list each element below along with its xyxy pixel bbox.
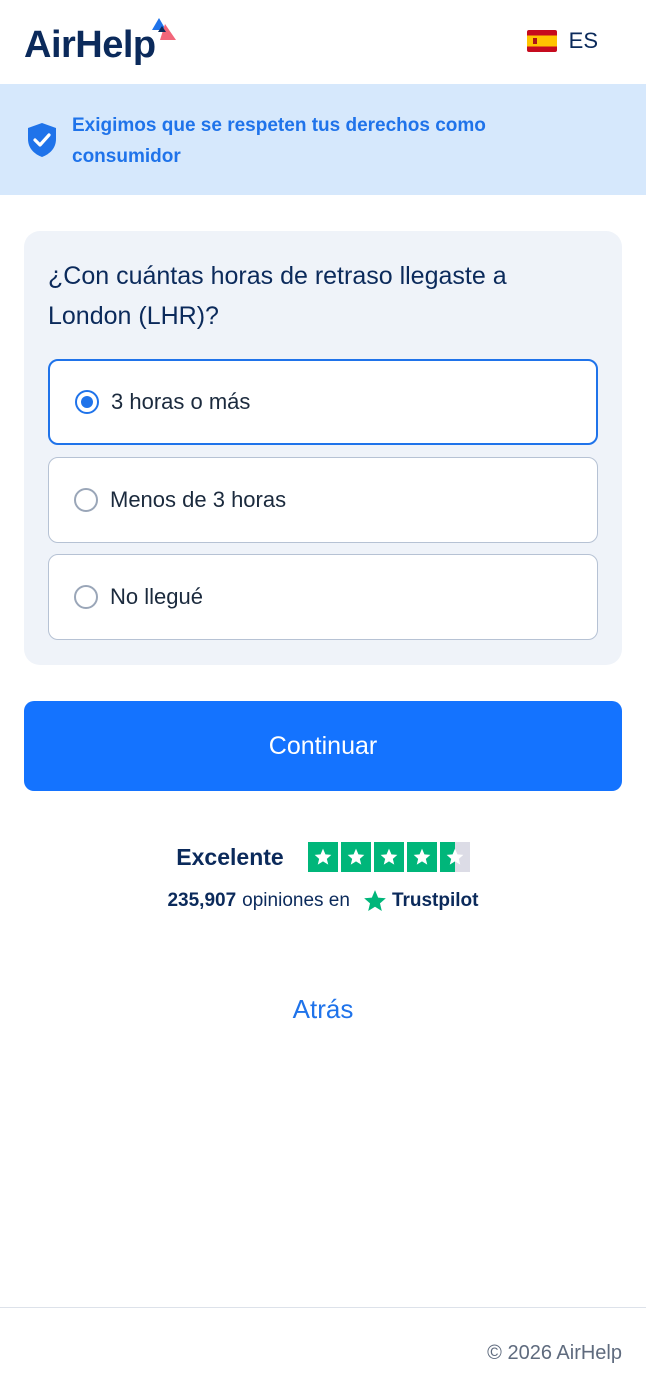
back-link[interactable]: Atrás xyxy=(0,994,646,1025)
banner-text: Exigimos que se respeten tus derechos co… xyxy=(72,115,486,167)
header: AirHelp ES xyxy=(0,0,646,84)
trustpilot-brand: Trustpilot xyxy=(362,888,479,914)
option-label: Menos de 3 horas xyxy=(110,487,287,512)
star-icon xyxy=(373,842,404,872)
option-label: No llegué xyxy=(110,584,203,609)
footer-copyright: © 2026 AirHelp xyxy=(487,1342,622,1364)
question-title: ¿Con cuántas horas de retraso llegaste a… xyxy=(48,262,507,330)
trustpilot-rating-label: Excelente xyxy=(176,843,284,870)
trustpilot-reviews-text: opiniones en xyxy=(242,890,350,911)
radio-button[interactable] xyxy=(74,585,98,609)
trustpilot-rating-row: Excelente xyxy=(0,842,646,872)
shield-check-icon xyxy=(28,123,56,157)
trustpilot-brand-label: Trustpilot xyxy=(391,890,479,911)
trustpilot-reviews-row[interactable]: 235,907 opiniones en Trustpilot xyxy=(0,888,646,914)
continue-button[interactable]: Continuar xyxy=(24,701,622,791)
trustpilot-star-icon xyxy=(364,890,386,911)
option-did-not-arrive[interactable]: No llegué xyxy=(48,554,598,640)
option-label: 3 horas o más xyxy=(111,389,251,414)
airhelp-logo[interactable]: AirHelp xyxy=(24,26,156,64)
option-less-than-3-hours[interactable]: Menos de 3 horas xyxy=(48,457,598,543)
star-icon xyxy=(340,842,371,872)
airhelp-logo-mark-icon xyxy=(152,18,176,40)
star-icon xyxy=(307,842,338,872)
trustpilot-review-count: 235,907 xyxy=(167,890,237,911)
option-3-hours-or-more[interactable]: 3 horas o más xyxy=(48,359,598,445)
half-star-icon xyxy=(439,842,470,872)
language-code: ES xyxy=(568,28,598,53)
spain-flag-icon xyxy=(526,30,557,52)
star-icon xyxy=(406,842,437,872)
language-selector[interactable]: ES xyxy=(526,28,598,54)
trustpilot-stars xyxy=(307,842,470,872)
footer-divider xyxy=(0,1307,646,1308)
radio-button[interactable] xyxy=(74,488,98,512)
radio-button-checked[interactable] xyxy=(75,390,99,414)
